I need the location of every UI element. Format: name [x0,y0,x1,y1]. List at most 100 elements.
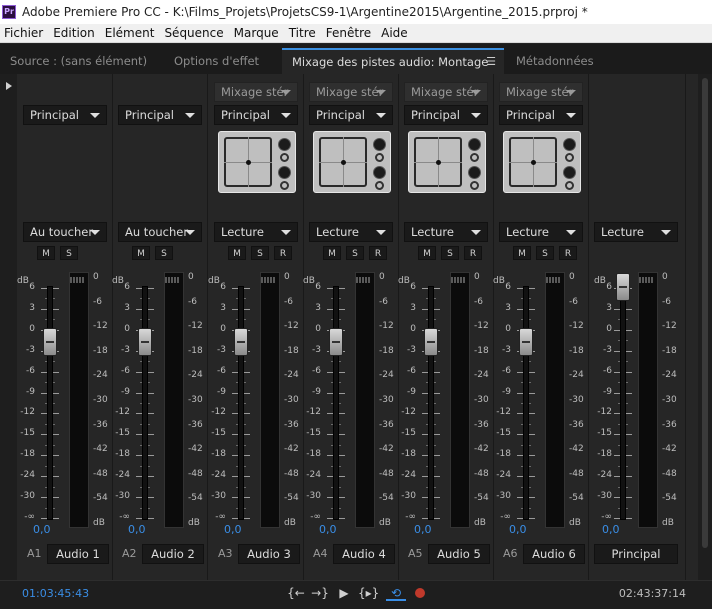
record-icon[interactable] [410,585,430,601]
submix-dropdown[interactable]: Mixage stér [214,82,298,102]
peak-indicator[interactable] [70,273,88,283]
solo-track-button[interactable]: S [441,246,459,260]
scrollbar-thumb[interactable] [702,78,708,548]
center-percent-knob-icon[interactable] [373,138,386,151]
volume-fader-handle[interactable] [234,328,248,356]
record-enable-button[interactable]: R [274,246,292,260]
mute-track-button[interactable]: M [228,246,246,260]
automation-mode-dropdown[interactable]: Lecture [309,222,393,242]
volume-fader-handle[interactable] [616,273,630,301]
automation-mode-dropdown[interactable]: Lecture [404,222,488,242]
output-dropdown[interactable]: Principal [214,105,298,125]
track-name[interactable]: Audio 4 [333,544,395,564]
volume-fader-handle[interactable] [138,328,152,356]
volume-value[interactable]: 0,0 [509,523,527,536]
peak-indicator[interactable] [356,273,374,283]
volume-value[interactable]: 0,0 [128,523,146,536]
menu-marque[interactable]: Marque [230,26,285,40]
track-name[interactable]: Audio 3 [238,544,300,564]
menu-aide[interactable]: Aide [377,26,414,40]
mute-track-button[interactable]: M [37,246,55,260]
output-dropdown[interactable]: Principal [309,105,393,125]
surround-panner[interactable] [503,131,581,193]
record-enable-button[interactable]: R [464,246,482,260]
panel-menu-icon[interactable]: ☰ [486,55,496,68]
track-name[interactable]: Audio 1 [47,544,109,564]
lfe-volume-knob-icon[interactable] [563,166,576,179]
tab-metadata[interactable]: Métadonnées [506,48,616,74]
volume-fader-track[interactable] [238,286,244,520]
volume-fader-track[interactable] [428,286,434,520]
mute-track-button[interactable]: M [513,246,531,260]
center-percent-knob-icon[interactable] [468,138,481,151]
panner-position-dot[interactable] [246,160,251,165]
solo-track-button[interactable]: S [251,246,269,260]
solo-track-button[interactable]: S [60,246,78,260]
go-to-out-icon[interactable]: →} [310,585,330,601]
lfe-volume-knob-icon[interactable] [373,166,386,179]
panner-position-dot[interactable] [531,160,536,165]
surround-panner[interactable] [218,131,296,193]
record-enable-button[interactable]: R [369,246,387,260]
go-to-in-icon[interactable]: {← [286,585,306,601]
automation-mode-dropdown[interactable]: Lecture [214,222,298,242]
automation-mode-dropdown[interactable]: Lecture [499,222,583,242]
record-enable-button[interactable]: R [559,246,577,260]
volume-fader-track[interactable] [523,286,529,520]
mute-track-button[interactable]: M [132,246,150,260]
surround-panner[interactable] [408,131,486,193]
volume-fader-track[interactable] [142,286,148,520]
master-track-name[interactable]: Principal [594,544,678,564]
center-percent-knob-icon[interactable] [563,138,576,151]
lfe-volume-knob-icon[interactable] [278,166,291,179]
tab-effect-options[interactable]: Options d'effet [164,48,276,74]
volume-value[interactable]: 0,0 [224,523,242,536]
output-dropdown[interactable]: Principal [404,105,488,125]
output-dropdown[interactable]: Principal [499,105,583,125]
volume-fader-handle[interactable] [424,328,438,356]
mute-track-button[interactable]: M [323,246,341,260]
volume-fader-handle[interactable] [519,328,533,356]
play-icon[interactable]: ▶ [334,585,354,601]
peak-indicator[interactable] [451,273,469,283]
center-percent-knob-icon[interactable] [278,138,291,151]
current-timecode[interactable]: 01:03:45:43 [22,587,89,600]
automation-mode-dropdown[interactable]: Au toucher [23,222,107,242]
play-in-to-out-icon[interactable]: {▸} [358,585,379,601]
volume-fader-track[interactable] [47,286,53,520]
menu-fenetre[interactable]: Fenêtre [322,26,377,40]
panner-position-dot[interactable] [341,160,346,165]
volume-value[interactable]: 0,0 [414,523,432,536]
menu-element[interactable]: Elément [101,26,161,40]
tab-source[interactable]: Source : (sans élément) [0,48,160,74]
peak-indicator[interactable] [165,273,183,283]
automation-mode-dropdown[interactable]: Au toucher [118,222,202,242]
peak-indicator[interactable] [639,273,657,283]
solo-track-button[interactable]: S [346,246,364,260]
submix-dropdown[interactable]: Mixage stér [404,82,488,102]
vertical-scrollbar[interactable] [698,74,712,580]
volume-value[interactable]: 0,0 [319,523,337,536]
mute-track-button[interactable]: M [418,246,436,260]
lfe-volume-knob-icon[interactable] [468,166,481,179]
tab-audio-track-mixer[interactable]: Mixage des pistes audio: Montage ☰ [282,48,504,74]
submix-dropdown[interactable]: Mixage stér [309,82,393,102]
solo-track-button[interactable]: S [536,246,554,260]
master-automation-dropdown[interactable]: Lecture [594,222,678,242]
menu-titre[interactable]: Titre [285,26,322,40]
output-dropdown[interactable]: Principal [118,105,202,125]
track-name[interactable]: Audio 6 [523,544,585,564]
track-name[interactable]: Audio 5 [428,544,490,564]
expand-effects-arrow-icon[interactable] [6,82,12,90]
submix-dropdown[interactable]: Mixage stér [499,82,583,102]
menu-edition[interactable]: Edition [49,26,101,40]
loop-icon[interactable]: ⟲ [386,585,406,601]
volume-fader-track[interactable] [620,286,626,520]
peak-indicator[interactable] [546,273,564,283]
master-volume-value[interactable]: 0,0 [602,523,620,536]
solo-track-button[interactable]: S [155,246,173,260]
surround-panner[interactable] [313,131,391,193]
volume-fader-handle[interactable] [329,328,343,356]
track-name[interactable]: Audio 2 [142,544,204,564]
output-dropdown[interactable]: Principal [23,105,107,125]
